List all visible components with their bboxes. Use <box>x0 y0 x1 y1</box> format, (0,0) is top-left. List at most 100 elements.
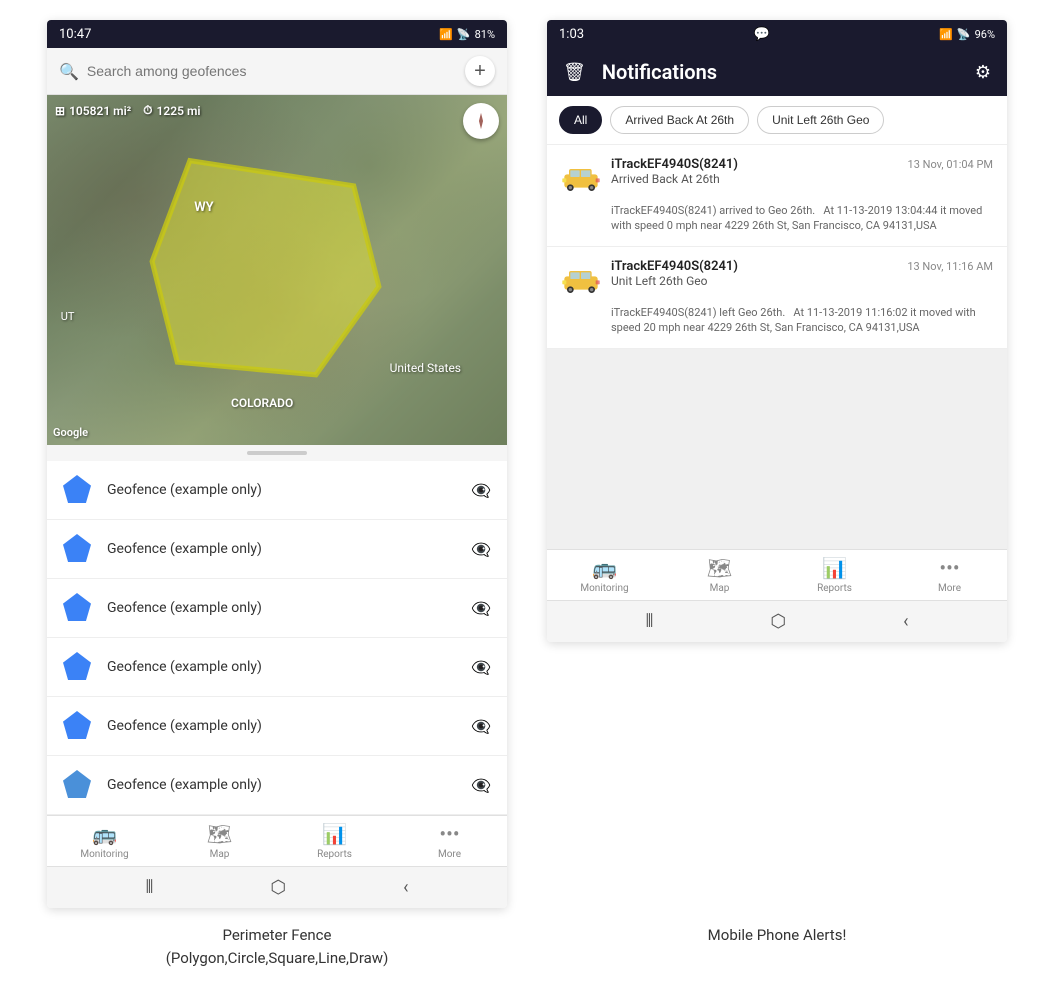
map-label-colorado: COLORADO <box>231 396 293 410</box>
right-status-icons: 📶 📡 96% <box>939 28 995 41</box>
scroll-bar <box>247 451 307 455</box>
visibility-icon[interactable]: 👁‍🗨 <box>471 776 491 795</box>
visibility-icon[interactable]: 👁‍🗨 <box>471 717 491 736</box>
list-item[interactable]: Geofence (example only) 👁‍🗨 <box>47 579 507 638</box>
nav-monitoring[interactable]: 🚌 Monitoring <box>47 822 162 860</box>
right-wifi-icon: 📶 <box>939 28 953 41</box>
filter-tab-all[interactable]: All <box>559 106 602 134</box>
chat-icon: 💬 <box>754 27 770 42</box>
visibility-icon[interactable]: 👁‍🗨 <box>471 481 491 500</box>
area-stat: ⊞ 105821 mi² <box>55 103 131 118</box>
wifi-icon: 📶 <box>439 28 453 41</box>
right-nav-reports[interactable]: 📊 Reports <box>777 556 892 594</box>
right-back-button[interactable]: ‹ <box>903 611 908 632</box>
notif-event-2: Unit Left 26th Geo <box>611 274 993 288</box>
right-nav-map[interactable]: 🗺 Map <box>662 556 777 594</box>
right-monitoring-icon: 🚌 <box>592 556 617 580</box>
geofence-name: Geofence (example only) <box>107 541 457 557</box>
page-title: Notifications <box>602 60 959 84</box>
filter-tab-arrived[interactable]: Arrived Back At 26th <box>610 106 749 134</box>
left-phone: 10:47 📶 📡 81% 🔍 + ⊞ <box>47 20 507 908</box>
right-reports-label: Reports <box>817 583 852 594</box>
notif-time-2: 13 Nov, 11:16 AM <box>907 260 993 273</box>
delete-icon[interactable]: 🗑 <box>563 62 586 83</box>
car-icon <box>561 157 601 197</box>
right-reports-icon: 📊 <box>822 556 847 580</box>
map-stats: ⊞ 105821 mi² ⏱ 1225 mi <box>55 103 201 118</box>
geofence-name: Geofence (example only) <box>107 659 457 675</box>
geofence-name: Geofence (example only) <box>107 777 457 793</box>
filter-tab-left[interactable]: Unit Left 26th Geo <box>757 106 884 134</box>
right-android-nav: ⦀ ⬡ ‹ <box>547 600 1007 642</box>
map-label-us: United States <box>390 361 461 375</box>
area-value: 105821 mi² <box>69 104 131 118</box>
bottom-nav: 🚌 Monitoring 🗺 Map 📊 Reports ••• More <box>47 815 507 866</box>
notification-card[interactable]: iTrackEF4940S(8241) 13 Nov, 11:16 AM Uni… <box>547 247 1007 349</box>
left-status-bar: 10:47 📶 📡 81% <box>47 20 507 48</box>
notification-card[interactable]: iTrackEF4940S(8241) 13 Nov, 01:04 PM Arr… <box>547 145 1007 247</box>
list-item[interactable]: Geofence (example only) 👁‍🗨 <box>47 697 507 756</box>
right-time: 1:03 <box>559 27 584 42</box>
more-icon: ••• <box>439 822 459 846</box>
google-watermark: Google <box>53 426 88 439</box>
search-icon: 🔍 <box>59 62 79 81</box>
map-label-utah: UT <box>61 310 75 323</box>
right-signal-icon: 📡 <box>957 28 971 41</box>
geo-search-input[interactable] <box>87 63 457 79</box>
notif-body-1: iTrackEF4940S(8241) arrived to Geo 26th.… <box>561 203 993 234</box>
left-caption-text: Perimeter Fence(Polygon,Circle,Square,Li… <box>166 926 389 967</box>
map-icon: 🗺 <box>207 822 232 846</box>
settings-icon[interactable]: ⚙ <box>975 62 991 83</box>
notifications-header: 🗑 Notifications ⚙ <box>547 48 1007 96</box>
list-item[interactable]: Geofence (example only) 👁‍🗨 <box>47 520 507 579</box>
reports-icon: 📊 <box>322 822 347 846</box>
notif-card-header: iTrackEF4940S(8241) 13 Nov, 01:04 PM Arr… <box>561 157 993 197</box>
notif-time-1: 13 Nov, 01:04 PM <box>908 158 993 171</box>
right-recents-button[interactable]: ⦀ <box>645 611 653 632</box>
notif-meta-2: iTrackEF4940S(8241) 13 Nov, 11:16 AM Uni… <box>611 259 993 288</box>
visibility-icon[interactable]: 👁‍🗨 <box>471 599 491 618</box>
monitoring-label: Monitoring <box>80 849 128 860</box>
right-home-button[interactable]: ⬡ <box>770 611 786 632</box>
list-item[interactable]: Geofence (example only) 👁‍🗨 <box>47 461 507 520</box>
geofence-icon <box>63 711 93 741</box>
geo-search-bar: 🔍 + <box>47 48 507 95</box>
notif-card-header: iTrackEF4940S(8241) 13 Nov, 11:16 AM Uni… <box>561 259 993 299</box>
signal-icon: 📡 <box>457 28 471 41</box>
right-caption-text: Mobile Phone Alerts! <box>708 926 847 944</box>
back-button[interactable]: ‹ <box>403 877 408 898</box>
geofence-name: Geofence (example only) <box>107 482 457 498</box>
right-map-label: Map <box>710 583 730 594</box>
right-nav-monitoring[interactable]: 🚌 Monitoring <box>547 556 662 594</box>
right-status-bar: 1:03 💬 📶 📡 96% <box>547 20 1007 48</box>
list-item[interactable]: Geofence (example only) 👁‍🗨 <box>47 638 507 697</box>
geofence-icon <box>63 593 93 623</box>
left-time: 10:47 <box>59 27 91 42</box>
geofence-name: Geofence (example only) <box>107 718 457 734</box>
right-monitoring-label: Monitoring <box>580 583 628 594</box>
distance-value: 1225 mi <box>157 104 201 118</box>
battery-text: 81% <box>475 28 495 41</box>
scroll-indicator <box>47 445 507 461</box>
right-nav-more[interactable]: ••• More <box>892 556 1007 594</box>
android-nav: ⦀ ⬡ ‹ <box>47 866 507 908</box>
notif-meta-1: iTrackEF4940S(8241) 13 Nov, 01:04 PM Arr… <box>611 157 993 186</box>
right-phone: 1:03 💬 📶 📡 96% 🗑 Notifications ⚙ All Arr… <box>547 20 1007 642</box>
nav-reports[interactable]: 📊 Reports <box>277 822 392 860</box>
geofence-icon <box>63 652 93 682</box>
map-area: ⊞ 105821 mi² ⏱ 1225 mi WY United State <box>47 95 507 445</box>
geofence-icon <box>63 534 93 564</box>
geofence-polygon <box>116 148 415 400</box>
compass-button[interactable] <box>463 103 499 139</box>
recents-button[interactable]: ⦀ <box>145 877 153 898</box>
nav-map[interactable]: 🗺 Map <box>162 822 277 860</box>
notif-device-2: iTrackEF4940S(8241) <box>611 259 738 274</box>
visibility-icon[interactable]: 👁‍🗨 <box>471 540 491 559</box>
add-geofence-button[interactable]: + <box>465 56 495 86</box>
monitoring-icon: 🚌 <box>92 822 117 846</box>
home-button[interactable]: ⬡ <box>270 877 286 898</box>
list-item[interactable]: Geofence (example only) 👁‍🗨 <box>47 756 507 815</box>
empty-area <box>547 349 1007 549</box>
nav-more[interactable]: ••• More <box>392 822 507 860</box>
visibility-icon[interactable]: 👁‍🗨 <box>471 658 491 677</box>
